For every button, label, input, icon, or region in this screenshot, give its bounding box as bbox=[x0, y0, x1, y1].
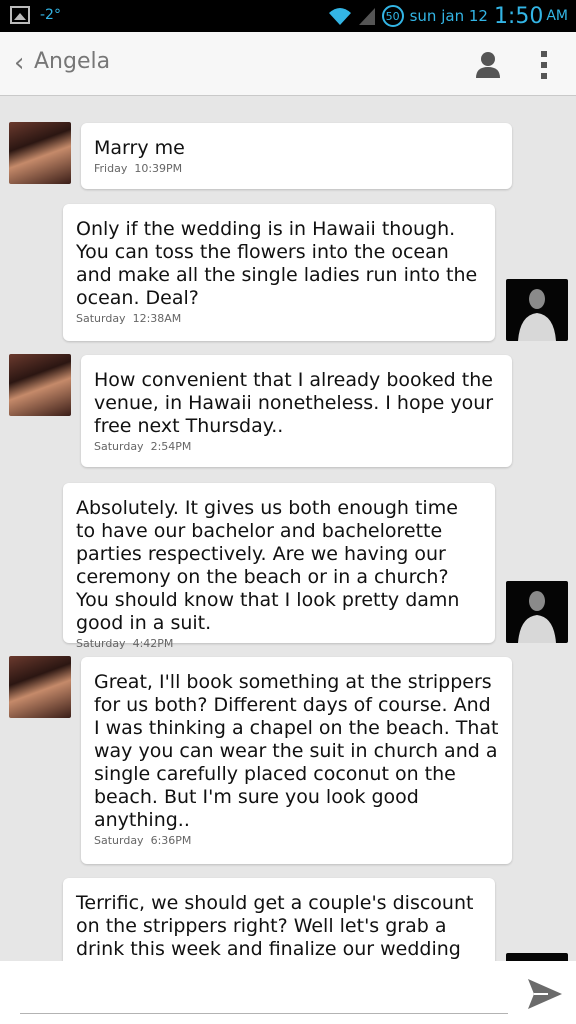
wifi-icon bbox=[328, 8, 351, 25]
status-bar: -2° 50 sun jan 12 1:50 AM bbox=[0, 0, 576, 32]
status-time: 1:50 bbox=[493, 3, 544, 29]
overflow-menu-icon[interactable] bbox=[538, 50, 550, 80]
contact-avatar[interactable] bbox=[9, 122, 71, 184]
my-avatar[interactable] bbox=[506, 279, 568, 341]
person-photo bbox=[518, 289, 556, 341]
message-text: Marry me bbox=[94, 137, 185, 159]
chevron-left-icon[interactable]: ‹ bbox=[14, 48, 24, 78]
action-bar: ‹ Angela bbox=[0, 32, 576, 96]
message-list[interactable]: Marry me Friday 10:39PM Only if the wedd… bbox=[0, 97, 576, 961]
incoming-message-bubble[interactable]: Great, I'll book something at the stripp… bbox=[81, 657, 512, 864]
message-text: How convenient that I already booked the… bbox=[94, 369, 494, 437]
message-text: Only if the wedding is in Hawaii though.… bbox=[76, 218, 478, 309]
message-text: Great, I'll book something at the stripp… bbox=[94, 671, 499, 831]
message-text: Absolutely. It gives us both enough time… bbox=[76, 497, 460, 634]
my-avatar[interactable] bbox=[506, 581, 568, 643]
status-date: sun jan 12 bbox=[409, 7, 488, 25]
status-ampm: AM bbox=[546, 8, 568, 24]
incoming-message-bubble[interactable]: How convenient that I already booked the… bbox=[81, 355, 512, 467]
temperature-text: -2° bbox=[40, 7, 61, 23]
outgoing-message-bubble[interactable]: Terrific, we should get a couple's disco… bbox=[63, 878, 495, 961]
incoming-message-bubble[interactable]: Marry me Friday 10:39PM bbox=[81, 123, 512, 189]
contact-avatar[interactable] bbox=[9, 354, 71, 416]
notification-count-badge: 50 bbox=[381, 5, 404, 27]
message-timestamp: Saturday 2:54PM bbox=[94, 440, 192, 453]
message-input[interactable] bbox=[20, 969, 508, 1014]
message-timestamp: Saturday 12:38AM bbox=[76, 312, 182, 325]
message-timestamp: Saturday 6:36PM bbox=[94, 834, 192, 847]
message-timestamp: Saturday 4:42PM bbox=[76, 637, 174, 650]
compose-bar bbox=[0, 961, 576, 1024]
outgoing-message-bubble[interactable]: Only if the wedding is in Hawaii though.… bbox=[63, 204, 495, 341]
gallery-notification-icon bbox=[10, 6, 30, 24]
conversation-title[interactable]: Angela bbox=[34, 49, 110, 74]
message-text: Terrific, we should get a couple's disco… bbox=[76, 892, 474, 960]
signal-icon bbox=[358, 8, 375, 25]
person-photo bbox=[518, 591, 556, 643]
send-icon[interactable] bbox=[526, 977, 564, 1011]
person-icon[interactable] bbox=[474, 50, 502, 78]
contact-avatar[interactable] bbox=[9, 656, 71, 718]
outgoing-message-bubble[interactable]: Absolutely. It gives us both enough time… bbox=[63, 483, 495, 650]
my-avatar[interactable] bbox=[506, 953, 568, 961]
message-timestamp: Friday 10:39PM bbox=[94, 162, 183, 175]
